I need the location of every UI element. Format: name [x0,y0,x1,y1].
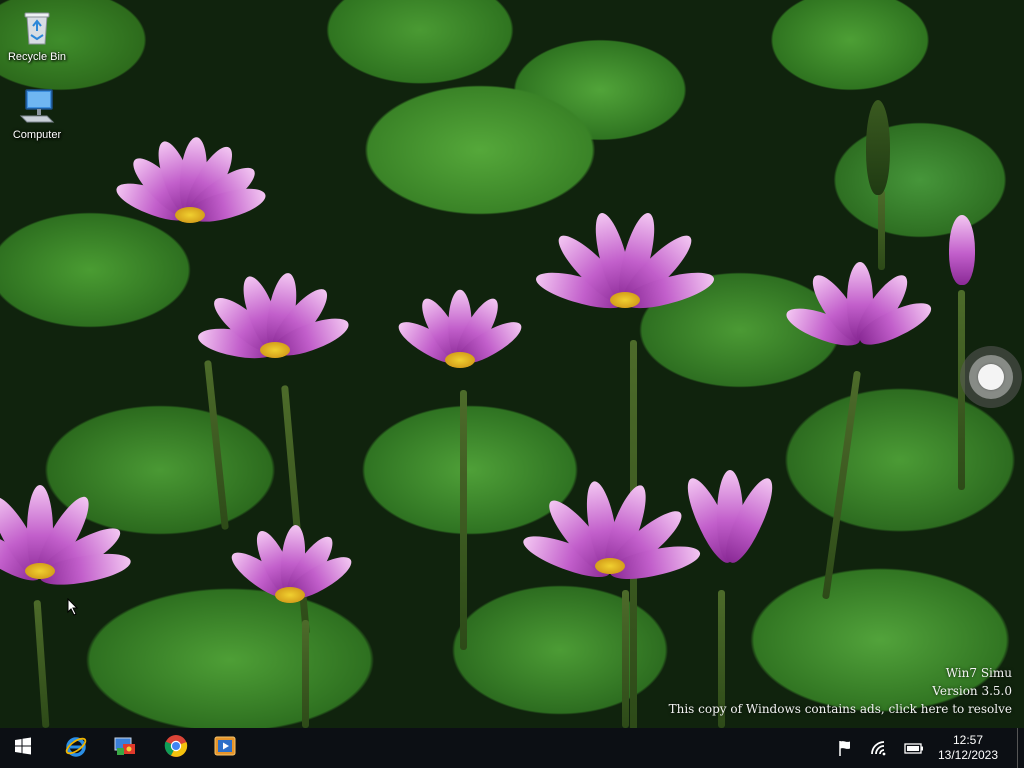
taskbar-internet-explorer[interactable] [53,728,99,768]
desktop-icon-label: Computer [12,129,62,141]
flower-stem [460,390,467,650]
watermark-version: Version 3.5.0 [932,684,1012,698]
computer-icon [17,86,57,126]
windows-start-icon [14,737,32,760]
media-player-icon [213,734,237,763]
wifi-icon[interactable] [870,740,890,756]
show-desktop-button[interactable] [1017,728,1024,768]
flower-stem [33,599,50,728]
control-panel-icon [113,734,137,763]
recycle-bin-icon [17,8,57,48]
activation-watermark: Win7 Simu Version 3.5.0 This copy of Win… [669,664,1012,718]
flower-stem [302,620,309,728]
floating-button-dot [978,364,1004,390]
desktop-icon-computer[interactable]: Computer [1,86,73,141]
taskbar-clock[interactable]: 12:57 13/12/2023 [932,733,1004,763]
clock-time: 12:57 [952,733,984,747]
clock-date: 13/12/2023 [937,748,999,762]
desktop-icon-label: Recycle Bin [7,51,67,63]
internet-explorer-icon [64,734,88,763]
floating-assistive-button[interactable] [960,346,1022,408]
battery-icon[interactable] [904,740,924,756]
mouse-cursor-icon [67,597,79,621]
taskbar-media-player[interactable] [202,728,248,768]
action-center-flag-icon[interactable] [837,740,857,756]
flower-stem [822,370,861,600]
flower-stem [204,360,229,530]
watermark-product-name: Win7 Simu [945,666,1012,680]
desktop-wallpaper [0,0,1024,728]
flower-stem [622,590,629,728]
taskbar: 12:57 13/12/2023 [0,728,1024,768]
watermark-ads-link[interactable]: This copy of Windows contains ads, click… [669,700,1012,718]
taskbar-control-panel[interactable] [102,728,148,768]
flower-stem [878,190,885,270]
chrome-icon [164,734,188,763]
start-button[interactable] [0,728,46,768]
desktop-icon-recycle-bin[interactable]: Recycle Bin [1,8,73,63]
taskbar-chrome[interactable] [153,728,199,768]
